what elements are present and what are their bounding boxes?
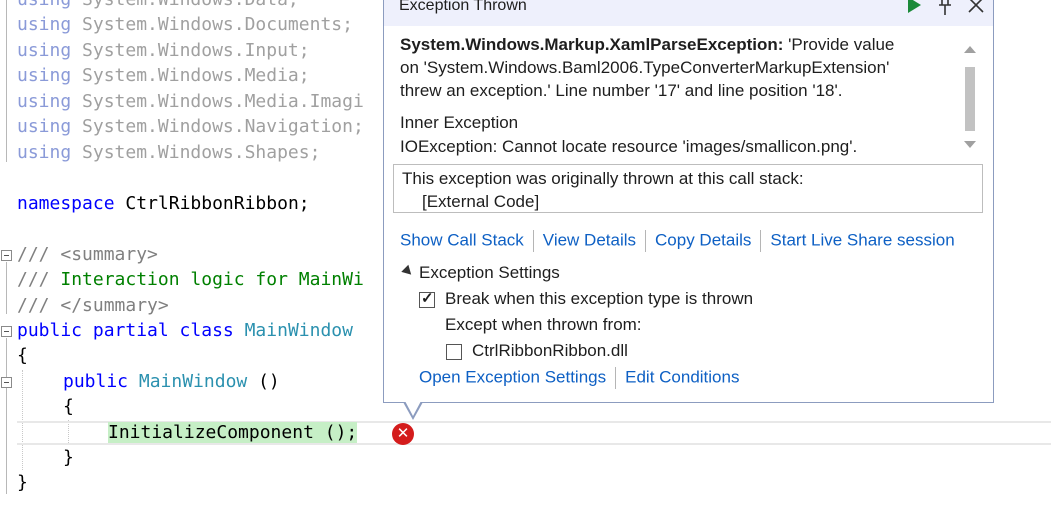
- code-line: using System.Windows.Data;: [17, 0, 299, 12]
- module-label: CtrlRibbonRibbon.dll: [472, 341, 628, 360]
- code-line: using System.Windows.Shapes;: [17, 141, 320, 165]
- play-icon[interactable]: [902, 0, 926, 20]
- exception-type: System.Windows.Markup.XamlParseException…: [400, 35, 784, 54]
- inner-exception-message: IOException: Cannot locate resource 'ima…: [400, 137, 858, 156]
- inner-exception-title: Inner Exception: [400, 113, 519, 132]
- settings-links: Open Exception Settings Edit Conditions: [419, 367, 739, 389]
- code-line: InitializeComponent ();: [108, 421, 358, 445]
- keyword: using: [17, 91, 72, 112]
- indent-guide: [22, 370, 23, 470]
- collapse-toggle[interactable]: [1, 250, 12, 261]
- code-line: using System.Windows.Input;: [17, 39, 310, 63]
- code-line: using System.Windows.Media;: [17, 64, 310, 88]
- comment-slashes: ///: [17, 295, 50, 316]
- popup-title: Exception Thrown: [399, 0, 527, 14]
- exception-settings-header[interactable]: Exception Settings: [401, 263, 560, 283]
- collapse-toggle[interactable]: [1, 377, 12, 388]
- class-name: MainWindow: [244, 320, 353, 341]
- copy-details-link[interactable]: Copy Details: [655, 230, 751, 249]
- namespace-ref: System.Windows.Data;: [82, 0, 299, 10]
- show-call-stack-link[interactable]: Show Call Stack: [400, 230, 524, 249]
- namespace-ref: System.Windows.Shapes;: [82, 142, 321, 163]
- brace: }: [17, 472, 28, 493]
- divider: [532, 230, 534, 252]
- exception-settings-label: Exception Settings: [419, 263, 560, 282]
- keyword: using: [17, 14, 72, 35]
- message-scrollbar[interactable]: [959, 38, 981, 156]
- open-exception-settings-link[interactable]: Open Exception Settings: [419, 367, 606, 386]
- doc-tag: <summary>: [60, 244, 158, 265]
- brace: }: [63, 447, 74, 468]
- exception-message: System.Windows.Markup.XamlParseException…: [400, 33, 945, 102]
- call-stack-box: This exception was originally thrown at …: [393, 164, 983, 213]
- code-line: {: [63, 395, 74, 419]
- namespace-ref: System.Windows.Navigation;: [82, 116, 364, 137]
- code-line: using System.Windows.Documents;: [17, 13, 353, 37]
- message-part: on 'System.Windows.Baml2006.TypeConverte…: [400, 58, 890, 77]
- comment-text: Interaction logic for MainWi: [60, 269, 364, 290]
- divider: [760, 230, 762, 252]
- keyword: public: [63, 371, 129, 392]
- code-line: }: [17, 471, 28, 495]
- popup-pointer-fill: [405, 401, 421, 416]
- ctor-parens: (): [247, 371, 280, 392]
- code-line: using System.Windows.Navigation;: [17, 115, 364, 139]
- code-line: }: [63, 446, 74, 470]
- comment-slashes: ///: [17, 269, 50, 290]
- comment-slashes: ///: [17, 244, 50, 265]
- code-line: using System.Windows.Media.Imagi: [17, 90, 364, 114]
- divider: [645, 230, 647, 252]
- error-icon[interactable]: ✕: [392, 423, 414, 445]
- pin-icon[interactable]: [933, 0, 957, 20]
- fold-guide: [6, 338, 7, 494]
- module-checkbox[interactable]: [446, 344, 462, 360]
- keyword: using: [17, 116, 72, 137]
- fold-guide: [6, 262, 7, 314]
- call-stack-frame[interactable]: [External Code]: [422, 192, 539, 212]
- live-share-link[interactable]: Start Live Share session: [770, 230, 954, 249]
- namespace-ref: System.Windows.Input;: [82, 40, 310, 61]
- message-part: 'Provide value: [783, 35, 895, 54]
- exception-popup: Exception Thrown System.Windows.Markup.X…: [383, 0, 994, 403]
- brace: {: [63, 396, 74, 417]
- fold-guide: [6, 0, 7, 162]
- keyword: using: [17, 0, 71, 10]
- keyword: using: [17, 142, 72, 163]
- doc-tag: </summary>: [60, 295, 169, 316]
- except-when-label: Except when thrown from:: [445, 315, 642, 334]
- namespace-ref: System.Windows.Media.Imagi: [82, 91, 364, 112]
- call-stack-title: This exception was originally thrown at …: [402, 169, 804, 188]
- scroll-up-icon[interactable]: [964, 46, 976, 53]
- code-line: namespace CtrlRibbonRibbon;: [17, 192, 310, 216]
- brace: {: [17, 345, 28, 366]
- message-part: threw an exception.' Line number '17' an…: [400, 81, 843, 100]
- scroll-thumb[interactable]: [965, 67, 975, 131]
- ctor-name: MainWindow: [138, 371, 248, 392]
- divider: [615, 367, 617, 389]
- code-line: /// Interaction logic for MainWi: [17, 268, 364, 292]
- break-when-thrown-checkbox[interactable]: [419, 289, 435, 308]
- edit-conditions-link[interactable]: Edit Conditions: [625, 367, 739, 386]
- keyword: public partial class: [17, 320, 234, 341]
- code-line: {: [17, 344, 28, 368]
- namespace-ref: System.Windows.Documents;: [82, 14, 353, 35]
- collapse-toggle[interactable]: [1, 326, 12, 337]
- code-line: /// </summary>: [17, 294, 169, 318]
- break-when-thrown-label: Break when this exception type is thrown: [445, 289, 754, 308]
- code-line: /// <summary>: [17, 243, 158, 267]
- namespace-name: CtrlRibbonRibbon;: [125, 193, 310, 214]
- code-line: public MainWindow (): [63, 370, 280, 394]
- keyword: using: [17, 65, 72, 86]
- scroll-down-icon[interactable]: [964, 141, 976, 148]
- action-links: Show Call Stack View Details Copy Details S…: [400, 230, 955, 254]
- error-statement: InitializeComponent ();: [108, 422, 358, 443]
- namespace-ref: System.Windows.Media;: [82, 65, 310, 86]
- expand-triangle-icon: [401, 264, 415, 279]
- keyword: using: [17, 40, 72, 61]
- popup-title-bar: Exception Thrown: [384, 0, 993, 26]
- view-details-link[interactable]: View Details: [543, 230, 636, 249]
- keyword: namespace: [17, 193, 115, 214]
- close-icon[interactable]: [964, 0, 988, 20]
- code-line: public partial class MainWindow: [17, 319, 353, 343]
